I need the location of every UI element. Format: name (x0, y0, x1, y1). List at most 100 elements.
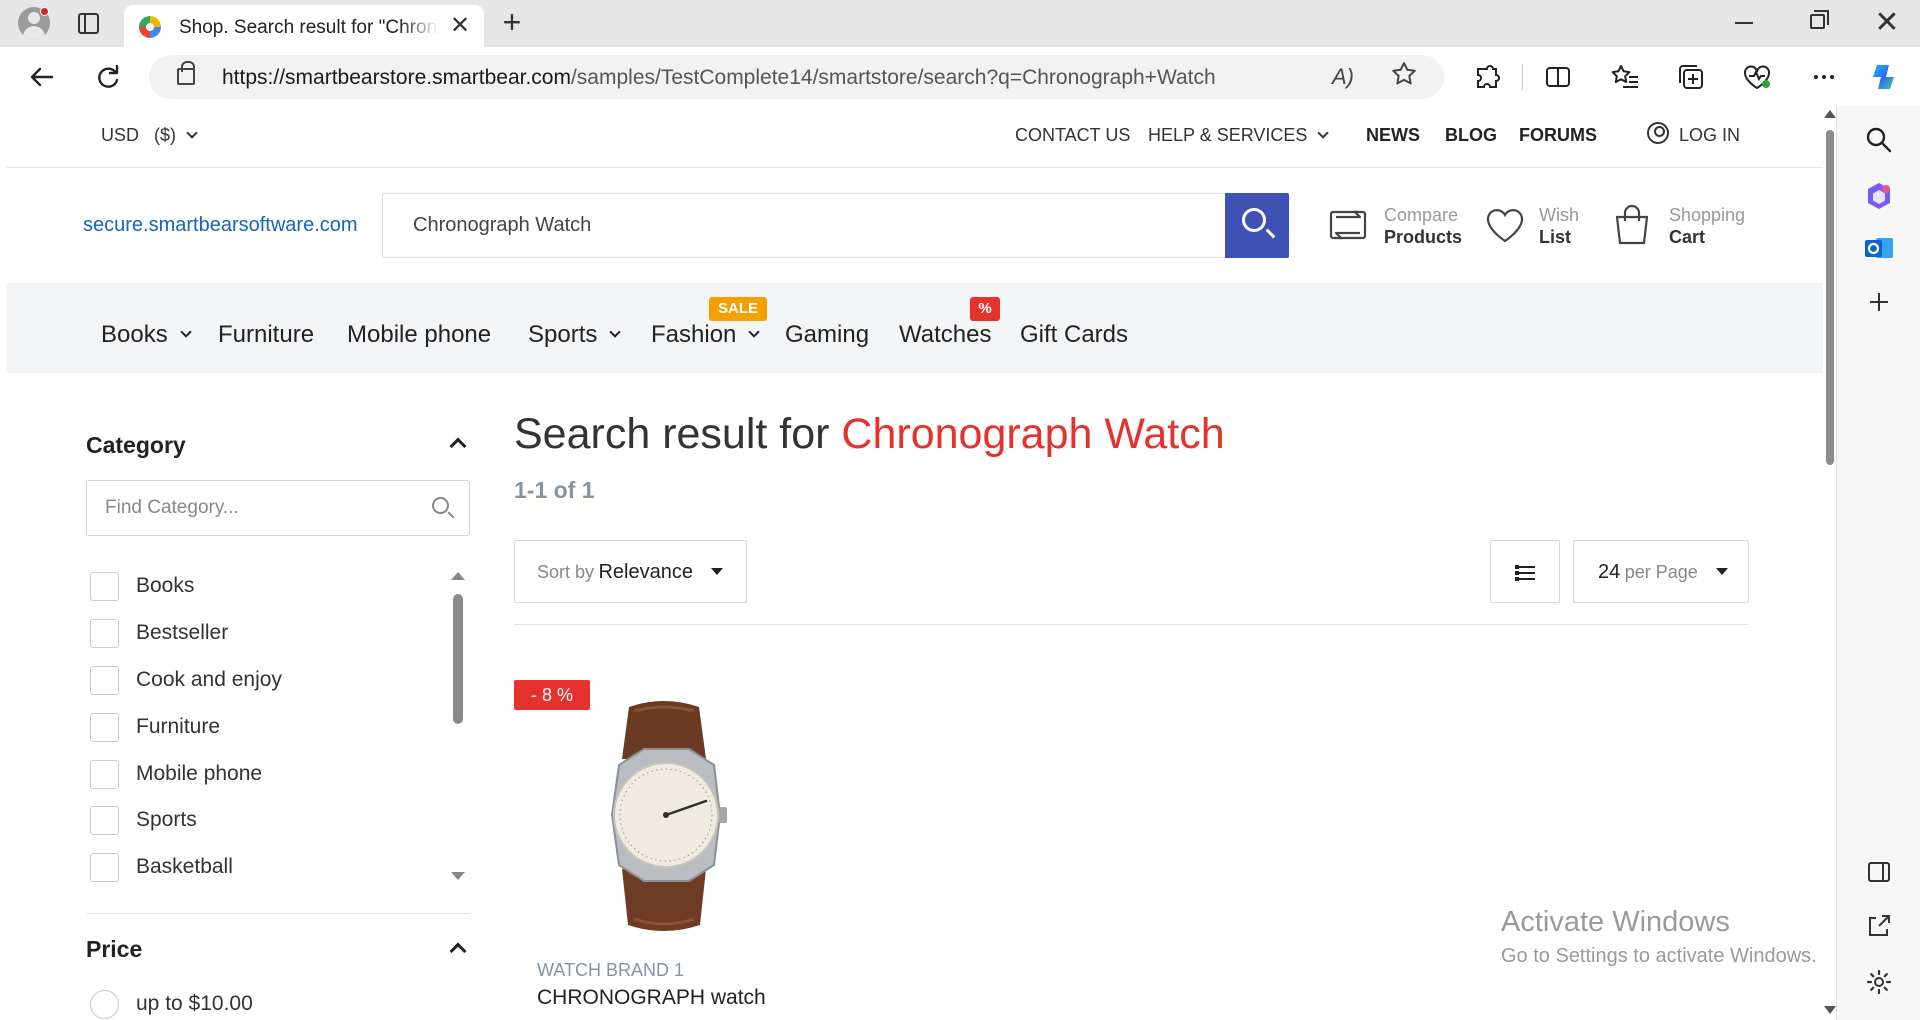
activate-subtitle: Go to Settings to activate Windows. (1501, 945, 1817, 967)
open-external-icon[interactable] (1859, 906, 1899, 946)
checkbox[interactable] (90, 666, 119, 695)
wish-list-button[interactable]: Wish List (1485, 199, 1585, 251)
nav-item-furniture[interactable]: Furniture (218, 321, 314, 349)
collapse-price-icon[interactable] (449, 942, 467, 960)
checkbox-label: Bestseller (136, 621, 229, 644)
checkbox-label: Furniture (136, 715, 221, 738)
nav-item-mobile-phone[interactable]: Mobile phone (347, 321, 491, 349)
settings-icon[interactable] (1859, 962, 1899, 1002)
category-search-placeholder: Find Category... (105, 497, 239, 518)
split-screen-icon[interactable] (1542, 61, 1574, 93)
checkbox[interactable] (90, 853, 119, 882)
checkbox-label: Mobile phone (136, 762, 263, 785)
favorites-icon[interactable] (1609, 61, 1641, 93)
window-close-icon[interactable]: ✕ (1873, 4, 1901, 42)
checkbox-label: Cook and enjoy (136, 668, 282, 691)
radio-button[interactable] (90, 990, 119, 1019)
tab-close-icon[interactable]: ✕ (447, 13, 473, 39)
active-tab[interactable]: Shop. Search result for "Chronograph Wat… (124, 5, 484, 47)
category-search-input[interactable]: Find Category... (86, 480, 470, 536)
activate-windows-watermark: Activate Windows Go to Settings to activ… (1501, 906, 1817, 968)
sort-prefix: Sort by (537, 562, 595, 582)
help-services-menu[interactable]: HELP & SERVICES (1148, 125, 1330, 146)
checkbox[interactable] (90, 572, 119, 601)
search-button[interactable] (1225, 193, 1289, 258)
more-icon[interactable] (1808, 61, 1840, 93)
page-scrollbar[interactable] (1823, 106, 1836, 1020)
collections-icon[interactable] (1675, 61, 1707, 93)
nav-item-watches[interactable]: Watches (899, 321, 991, 349)
product-card[interactable]: - 8 % WATCH BRAND 1 CHRONOGRAPH watch (514, 680, 766, 1020)
shopping-cart-button[interactable]: Shopping Cart (1612, 199, 1745, 251)
chevron-down-icon (748, 326, 761, 338)
list-view-icon (1515, 565, 1535, 581)
login-link[interactable]: LOG IN (1679, 125, 1740, 146)
scroll-up-icon[interactable] (1824, 110, 1836, 118)
cart-label-bottom: Cart (1669, 227, 1706, 247)
scroll-up-icon[interactable] (451, 572, 465, 580)
cart-label-top: Shopping (1669, 205, 1746, 225)
nav-item-fashion[interactable]: Fashion (651, 321, 761, 349)
currency-selector[interactable]: USD ($) (101, 125, 198, 146)
page-size-value: 24 (1598, 561, 1621, 583)
nav-item-sports[interactable]: Sports (528, 321, 622, 349)
sale-badge: SALE (709, 297, 767, 321)
site-logo-link[interactable]: secure.smartbearsoftware.com (83, 214, 358, 237)
heart-icon (1486, 209, 1524, 243)
checkbox[interactable] (90, 619, 119, 648)
toolbar-divider (1522, 64, 1523, 90)
sidebar-toggle-icon[interactable] (1859, 852, 1899, 892)
forums-link[interactable]: FORUMS (1519, 125, 1597, 146)
scroll-thumb[interactable] (453, 594, 463, 724)
product-name[interactable]: CHRONOGRAPH watch (537, 986, 766, 1010)
minimize-icon[interactable] (1735, 22, 1753, 24)
address-bar[interactable]: https://smartbearstore.smartbear.com/sam… (149, 55, 1444, 99)
refresh-icon[interactable] (92, 61, 124, 93)
shopping-bag-icon (1615, 204, 1649, 245)
compare-products-button[interactable]: Compare Products (1328, 199, 1478, 251)
news-link[interactable]: NEWS (1366, 125, 1420, 146)
checkbox[interactable] (90, 760, 119, 789)
checkbox[interactable] (90, 713, 119, 742)
lock-icon[interactable] (177, 61, 195, 85)
search-icon[interactable] (1859, 120, 1899, 160)
search-term: Chronograph Watch (841, 410, 1225, 458)
outlook-icon[interactable] (1859, 228, 1899, 268)
browser-essentials-icon[interactable] (1741, 61, 1773, 93)
wish-label-top: Wish (1539, 205, 1579, 225)
chevron-down-icon (180, 326, 192, 338)
restore-icon[interactable] (1810, 10, 1829, 29)
back-icon[interactable] (26, 61, 58, 93)
page-title: Search result for Chronograph Watch (514, 410, 1225, 458)
scroll-down-icon[interactable] (1824, 1006, 1836, 1014)
address-url[interactable]: https://smartbearstore.smartbear.com/sam… (222, 66, 1216, 90)
nav-item-gaming[interactable]: Gaming (785, 321, 869, 349)
scroll-down-icon[interactable] (451, 872, 465, 880)
sort-dropdown[interactable]: Sort by Relevance (514, 540, 747, 603)
page-size-dropdown[interactable]: 24 per Page (1573, 540, 1749, 603)
extensions-icon[interactable] (1472, 61, 1504, 93)
product-image[interactable] (574, 697, 754, 932)
chevron-down-icon (186, 127, 198, 139)
scroll-thumb[interactable] (1826, 130, 1834, 465)
favorite-star-icon[interactable] (1390, 60, 1418, 88)
add-icon[interactable] (1859, 282, 1899, 322)
user-icon[interactable] (1647, 122, 1669, 144)
contact-us-link[interactable]: CONTACT US (1015, 125, 1130, 146)
list-view-button[interactable] (1490, 540, 1560, 603)
search-input-value: Chronograph Watch (413, 214, 592, 236)
read-aloud-icon[interactable]: A) (1332, 64, 1354, 90)
blog-link[interactable]: BLOG (1445, 125, 1497, 146)
checkbox[interactable] (90, 806, 119, 835)
collapse-category-icon[interactable] (449, 437, 467, 455)
tab-actions-icon[interactable] (78, 13, 99, 34)
product-brand[interactable]: WATCH BRAND 1 (537, 960, 684, 981)
nav-item-books[interactable]: Books (101, 321, 192, 349)
copilot-apps-icon[interactable] (1859, 176, 1899, 216)
new-tab-icon[interactable]: + (497, 6, 527, 38)
nav-item-gift-cards[interactable]: Gift Cards (1020, 321, 1128, 349)
category-list-scrollbar[interactable] (450, 572, 466, 882)
results-count: 1-1 of 1 (514, 477, 595, 503)
search-input[interactable]: Chronograph Watch (382, 193, 1231, 258)
copilot-icon[interactable] (1868, 61, 1900, 93)
